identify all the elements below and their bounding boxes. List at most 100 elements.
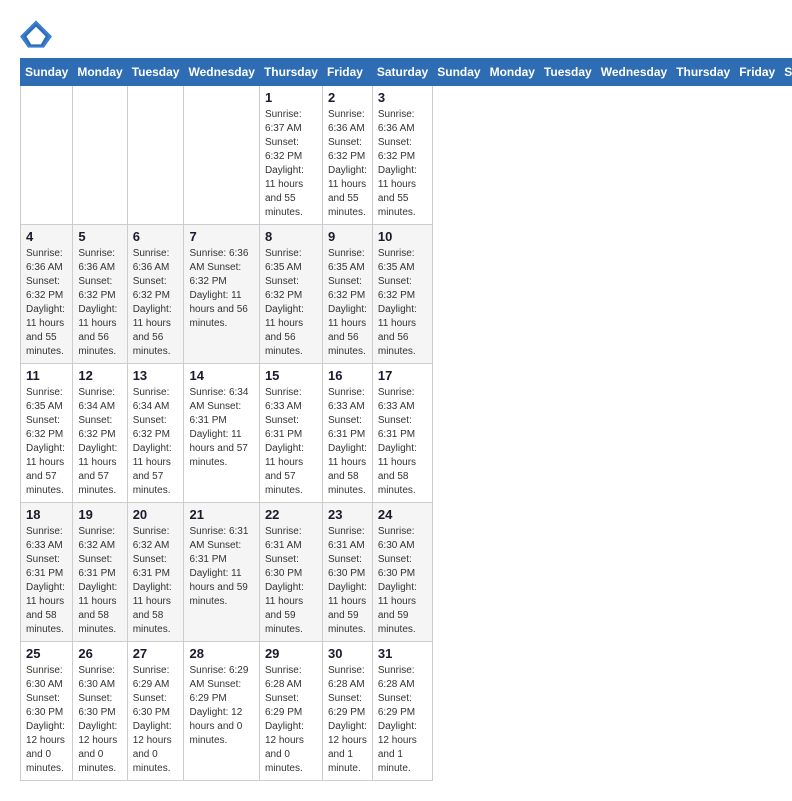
day-number: 27: [133, 646, 179, 661]
day-info: Sunrise: 6:36 AM Sunset: 6:32 PM Dayligh…: [133, 247, 179, 359]
day-number: 1: [265, 90, 317, 105]
calendar-day-cell: 18 Sunrise: 6:33 AM Sunset: 6:31 PM Dayli…: [21, 503, 73, 642]
day-number: 22: [265, 507, 317, 522]
day-of-week-header: Wednesday: [596, 59, 671, 86]
calendar-day-cell: 16Sunrise: 6:33 AM Sunset: 6:31 PM Dayli…: [322, 364, 372, 503]
day-info: Sunrise: 6:28 AM Sunset: 6:29 PM Dayligh…: [378, 664, 427, 776]
day-number: 29: [265, 646, 317, 661]
day-info: Sunrise: 6:37 AM Sunset: 6:32 PM Dayligh…: [265, 108, 317, 220]
day-number: 4: [26, 229, 67, 244]
calendar-day-cell: [127, 86, 184, 225]
day-info: Sunrise: 6:35 AM Sunset: 6:32 PM Dayligh…: [378, 247, 427, 359]
calendar-day-cell: 9Sunrise: 6:35 AM Sunset: 6:32 PM Daylig…: [322, 225, 372, 364]
day-number: 21: [189, 507, 253, 522]
calendar-day-cell: 3 Sunrise: 6:36 AM Sunset: 6:32 PM Daylig…: [372, 86, 432, 225]
day-number: 7: [189, 229, 253, 244]
day-number: 3: [378, 90, 427, 105]
calendar-day-cell: 30Sunrise: 6:28 AM Sunset: 6:29 PM Dayli…: [322, 642, 372, 781]
day-number: 6: [133, 229, 179, 244]
day-number: 30: [328, 646, 367, 661]
calendar-day-cell: 26 Sunrise: 6:30 AM Sunset: 6:30 PM Dayli…: [73, 642, 127, 781]
calendar-day-cell: 11 Sunrise: 6:35 AM Sunset: 6:32 PM Dayli…: [21, 364, 73, 503]
calendar-day-cell: [73, 86, 127, 225]
day-of-week-header: Saturday: [780, 59, 792, 86]
day-of-week-header: Sunday: [433, 59, 485, 86]
calendar-day-cell: 24Sunrise: 6:30 AM Sunset: 6:30 PM Dayli…: [372, 503, 432, 642]
calendar-day-cell: 21 Sunrise: 6:31 AM Sunset: 6:31 PM Dayli…: [184, 503, 259, 642]
day-info: Sunrise: 6:33 AM Sunset: 6:31 PM Dayligh…: [265, 386, 317, 498]
logo: [20, 20, 54, 48]
day-info: Sunrise: 6:33 AM Sunset: 6:31 PM Dayligh…: [26, 525, 67, 637]
day-number: 18: [26, 507, 67, 522]
day-number: 11: [26, 368, 67, 383]
page-header: [20, 20, 772, 48]
day-number: 2: [328, 90, 367, 105]
calendar-day-cell: 20 Sunrise: 6:32 AM Sunset: 6:31 PM Dayli…: [127, 503, 184, 642]
day-number: 5: [78, 229, 121, 244]
calendar-week-row: 4 Sunrise: 6:36 AM Sunset: 6:32 PM Daylig…: [21, 225, 792, 364]
calendar-day-cell: 1 Sunrise: 6:37 AM Sunset: 6:32 PM Daylig…: [259, 86, 322, 225]
day-info: Sunrise: 6:34 AM Sunset: 6:32 PM Dayligh…: [78, 386, 121, 498]
day-info: Sunrise: 6:36 AM Sunset: 6:32 PM Dayligh…: [328, 108, 367, 220]
calendar-day-cell: 17 Sunrise: 6:33 AM Sunset: 6:31 PM Dayli…: [372, 364, 432, 503]
day-number: 24: [378, 507, 427, 522]
calendar-week-row: 25Sunrise: 6:30 AM Sunset: 6:30 PM Dayli…: [21, 642, 792, 781]
day-info: Sunrise: 6:29 AM Sunset: 6:30 PM Dayligh…: [133, 664, 179, 776]
calendar-day-cell: 2 Sunrise: 6:36 AM Sunset: 6:32 PM Daylig…: [322, 86, 372, 225]
day-number: 15: [265, 368, 317, 383]
day-info: Sunrise: 6:33 AM Sunset: 6:31 PM Dayligh…: [378, 386, 427, 498]
day-number: 19: [78, 507, 121, 522]
calendar-header-row: SundayMondayTuesdayWednesdayThursdayFrid…: [21, 59, 792, 86]
calendar-day-cell: 22Sunrise: 6:31 AM Sunset: 6:30 PM Dayli…: [259, 503, 322, 642]
day-of-week-header: Monday: [73, 59, 127, 86]
day-number: 17: [378, 368, 427, 383]
calendar-day-cell: 31Sunrise: 6:28 AM Sunset: 6:29 PM Dayli…: [372, 642, 432, 781]
calendar-week-row: 18 Sunrise: 6:33 AM Sunset: 6:31 PM Dayli…: [21, 503, 792, 642]
day-number: 14: [189, 368, 253, 383]
day-number: 23: [328, 507, 367, 522]
day-of-week-header: Tuesday: [539, 59, 596, 86]
calendar-table: SundayMondayTuesdayWednesdayThursdayFrid…: [20, 58, 792, 781]
day-info: Sunrise: 6:35 AM Sunset: 6:32 PM Dayligh…: [265, 247, 317, 359]
day-of-week-header: Thursday: [672, 59, 735, 86]
calendar-day-cell: 7 Sunrise: 6:36 AM Sunset: 6:32 PM Daylig…: [184, 225, 259, 364]
day-info: Sunrise: 6:36 AM Sunset: 6:32 PM Dayligh…: [78, 247, 121, 359]
day-info: Sunrise: 6:31 AM Sunset: 6:31 PM Dayligh…: [189, 525, 253, 609]
calendar-day-cell: 4Sunrise: 6:36 AM Sunset: 6:32 PM Daylig…: [21, 225, 73, 364]
day-of-week-header: Monday: [485, 59, 539, 86]
day-number: 10: [378, 229, 427, 244]
day-info: Sunrise: 6:30 AM Sunset: 6:30 PM Dayligh…: [78, 664, 121, 776]
calendar-day-cell: 14 Sunrise: 6:34 AM Sunset: 6:31 PM Dayli…: [184, 364, 259, 503]
day-of-week-header: Tuesday: [127, 59, 184, 86]
calendar-day-cell: 13Sunrise: 6:34 AM Sunset: 6:32 PM Dayli…: [127, 364, 184, 503]
calendar-day-cell: 27 Sunrise: 6:29 AM Sunset: 6:30 PM Dayli…: [127, 642, 184, 781]
day-number: 20: [133, 507, 179, 522]
calendar-day-cell: 6 Sunrise: 6:36 AM Sunset: 6:32 PM Daylig…: [127, 225, 184, 364]
day-info: Sunrise: 6:28 AM Sunset: 6:29 PM Dayligh…: [265, 664, 317, 776]
day-info: Sunrise: 6:33 AM Sunset: 6:31 PM Dayligh…: [328, 386, 367, 498]
calendar-day-cell: 10 Sunrise: 6:35 AM Sunset: 6:32 PM Dayli…: [372, 225, 432, 364]
day-number: 26: [78, 646, 121, 661]
day-of-week-header: Saturday: [372, 59, 432, 86]
logo-icon: [20, 20, 52, 48]
day-info: Sunrise: 6:30 AM Sunset: 6:30 PM Dayligh…: [26, 664, 67, 776]
calendar-day-cell: 8 Sunrise: 6:35 AM Sunset: 6:32 PM Daylig…: [259, 225, 322, 364]
calendar-day-cell: 25Sunrise: 6:30 AM Sunset: 6:30 PM Dayli…: [21, 642, 73, 781]
day-info: Sunrise: 6:31 AM Sunset: 6:30 PM Dayligh…: [328, 525, 367, 637]
day-info: Sunrise: 6:35 AM Sunset: 6:32 PM Dayligh…: [26, 386, 67, 498]
day-of-week-header: Sunday: [21, 59, 73, 86]
day-number: 28: [189, 646, 253, 661]
day-of-week-header: Thursday: [259, 59, 322, 86]
day-of-week-header: Friday: [735, 59, 780, 86]
day-info: Sunrise: 6:36 AM Sunset: 6:32 PM Dayligh…: [189, 247, 253, 331]
calendar-day-cell: 12Sunrise: 6:34 AM Sunset: 6:32 PM Dayli…: [73, 364, 127, 503]
day-info: Sunrise: 6:34 AM Sunset: 6:32 PM Dayligh…: [133, 386, 179, 498]
calendar-day-cell: 23 Sunrise: 6:31 AM Sunset: 6:30 PM Dayli…: [322, 503, 372, 642]
calendar-day-cell: [21, 86, 73, 225]
day-info: Sunrise: 6:32 AM Sunset: 6:31 PM Dayligh…: [133, 525, 179, 637]
day-info: Sunrise: 6:34 AM Sunset: 6:31 PM Dayligh…: [189, 386, 253, 470]
day-info: Sunrise: 6:36 AM Sunset: 6:32 PM Dayligh…: [378, 108, 427, 220]
calendar-week-row: 1 Sunrise: 6:37 AM Sunset: 6:32 PM Daylig…: [21, 86, 792, 225]
day-number: 8: [265, 229, 317, 244]
day-of-week-header: Wednesday: [184, 59, 259, 86]
